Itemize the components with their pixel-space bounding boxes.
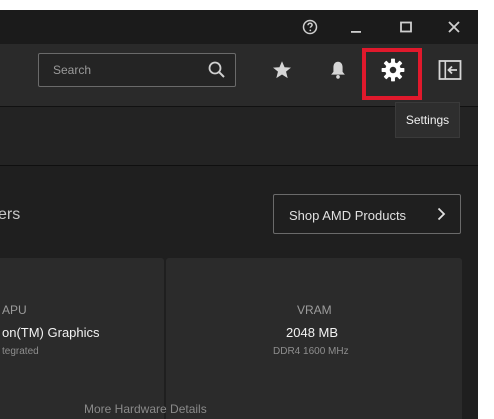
more-hardware-details-link[interactable]: More Hardware Details (84, 402, 207, 416)
apu-card-value: on(TM) Graphics (2, 325, 100, 340)
section-title: ers (0, 206, 21, 223)
settings-highlight-box (362, 48, 422, 100)
vram-card-title: VRAM (297, 303, 332, 317)
bell-icon[interactable] (325, 57, 351, 83)
shop-amd-products-button[interactable]: Shop AMD Products (273, 194, 461, 234)
minimize-icon[interactable] (345, 16, 367, 38)
search-placeholder: Search (53, 63, 92, 77)
tooltip-text: Settings (405, 113, 450, 127)
shop-button-label: Shop AMD Products (289, 208, 407, 223)
title-bar (0, 10, 478, 44)
vram-card-value: 2048 MB (286, 325, 339, 340)
star-icon[interactable] (269, 57, 295, 83)
top-header: Search (0, 44, 478, 107)
vram-card-sub: DDR4 1600 MHz (273, 346, 349, 357)
search-input[interactable]: Search (38, 53, 236, 87)
apu-card: APU on(TM) Graphics tegrated (0, 258, 164, 419)
maximize-icon[interactable] (395, 16, 417, 38)
radeon-software-window: Search Settings ers Shop AMD Products AP… (0, 10, 478, 419)
chevron-right-icon (436, 207, 446, 226)
close-icon[interactable] (443, 16, 465, 38)
apu-card-title: APU (2, 303, 27, 317)
vram-card: VRAM 2048 MB DDR4 1600 MHz (166, 258, 462, 419)
help-icon[interactable] (299, 16, 321, 38)
sidebar-toggle-icon[interactable] (437, 57, 463, 83)
settings-tooltip: Settings (395, 102, 460, 138)
apu-card-sub: tegrated (2, 346, 39, 357)
search-icon[interactable] (207, 60, 227, 85)
